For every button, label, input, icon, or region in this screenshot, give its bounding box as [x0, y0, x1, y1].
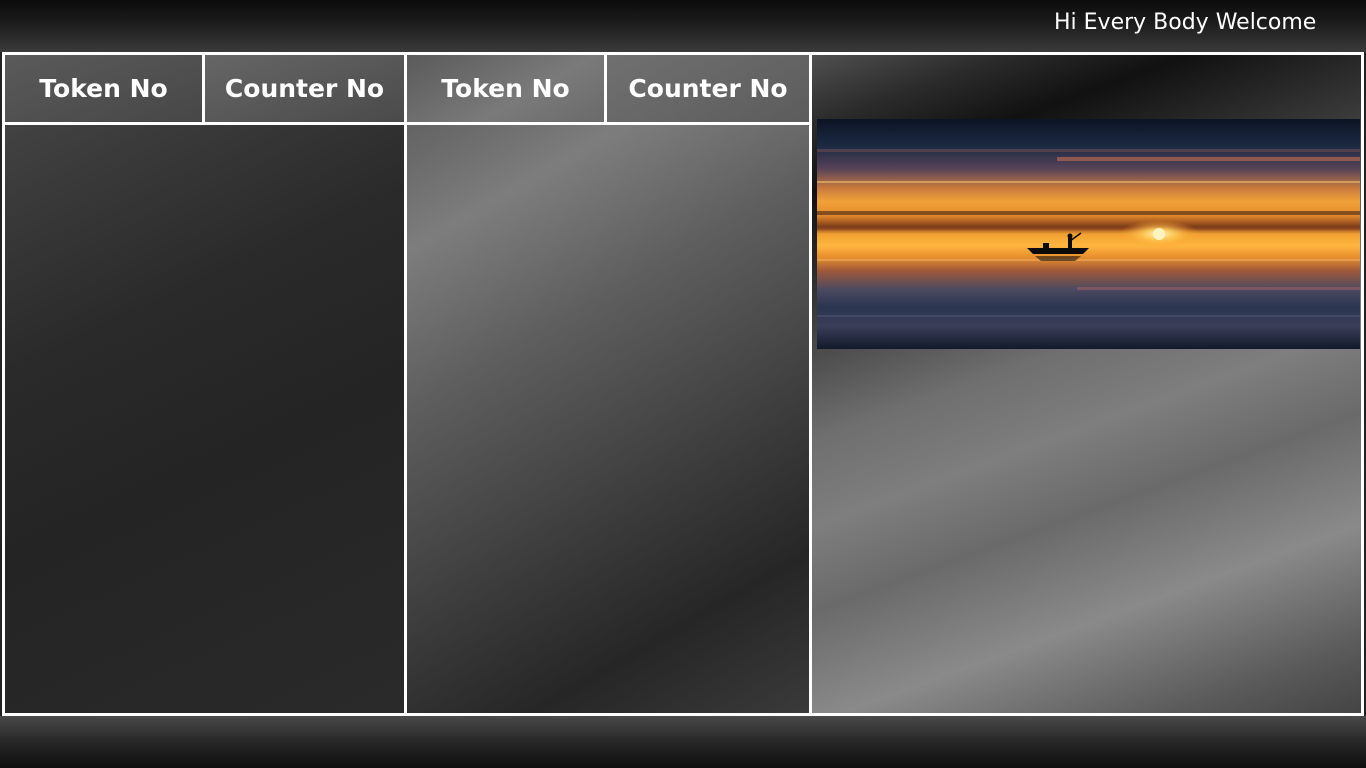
bottom-bar — [0, 716, 1366, 768]
token-display-screen: Hi Every Body Welcome Token No Counter N… — [0, 0, 1366, 768]
main-frame: Token No Counter No Token No Counter No — [2, 52, 1364, 716]
queue-panel-left: Token No Counter No — [5, 55, 407, 713]
counter-no-header: Counter No — [205, 55, 404, 122]
welcome-marquee: Hi Every Body Welcome — [1054, 10, 1317, 35]
queue-header-row: Token No Counter No — [407, 55, 809, 125]
media-panel — [812, 55, 1361, 713]
sunset-boat-image — [817, 119, 1360, 349]
queue-panel-middle: Token No Counter No — [407, 55, 812, 713]
token-no-header: Token No — [407, 55, 607, 122]
token-no-header: Token No — [5, 55, 205, 122]
top-bar: Hi Every Body Welcome — [0, 0, 1366, 52]
queue-header-row: Token No Counter No — [5, 55, 404, 125]
counter-no-header: Counter No — [607, 55, 809, 122]
